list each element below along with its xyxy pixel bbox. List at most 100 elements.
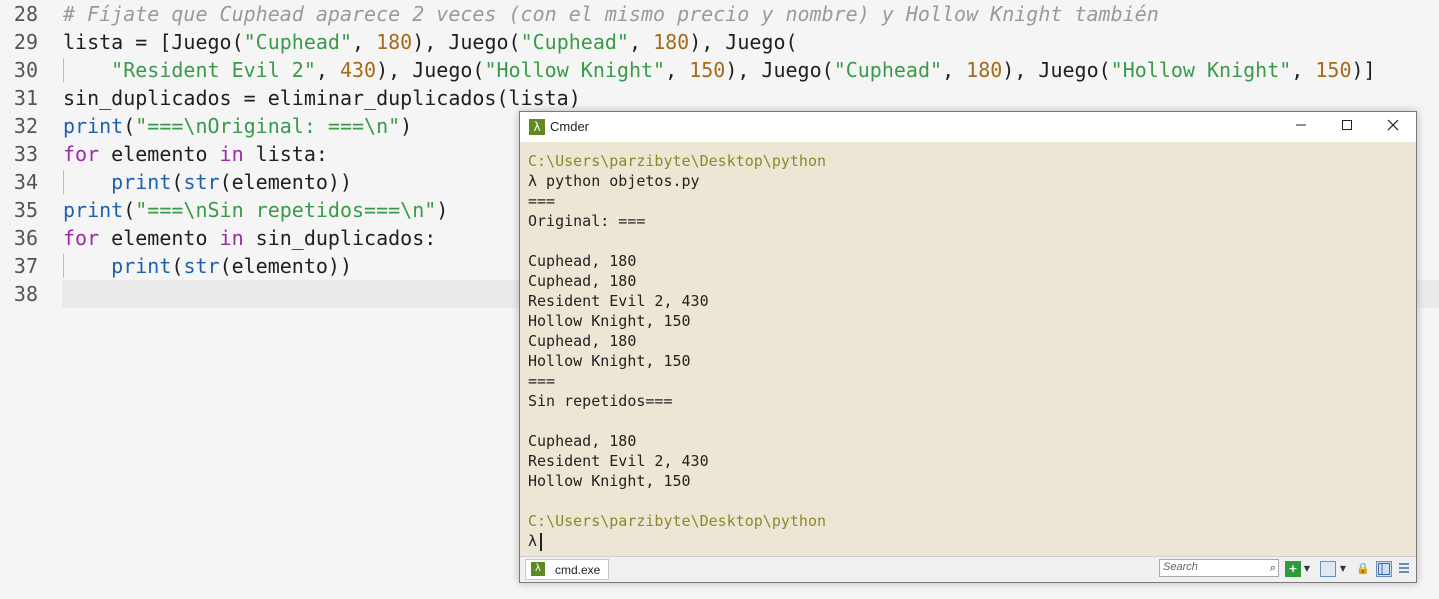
code-token: sin_duplicados = eliminar_duplicados(lis… xyxy=(63,86,581,110)
code-line[interactable]: 28 # Fíjate que Cuphead aparece 2 veces (… xyxy=(0,0,1439,28)
line-number: 32 xyxy=(13,114,38,138)
code-token: "Resident Evil 2" xyxy=(111,58,316,82)
code-text: print("===\nSin repetidos===\n") xyxy=(63,196,448,224)
code-token: "Cuphead" xyxy=(520,30,629,54)
prompt-symbol: λ xyxy=(528,532,538,550)
search-input[interactable]: Search ⌕ xyxy=(1159,559,1279,577)
console-prompt[interactable]: λ xyxy=(528,531,1408,551)
code-token: )] xyxy=(1351,58,1376,82)
code-token: lista = [Juego( xyxy=(63,30,244,54)
lambda-icon: λ xyxy=(529,119,545,135)
code-token: "===\nSin repetidos===\n" xyxy=(135,198,437,222)
console-line: Cuphead, 180 xyxy=(528,272,637,290)
view-icon[interactable] xyxy=(1320,561,1336,577)
console-line: Hollow Knight, 150 xyxy=(528,312,691,330)
line-number: 38 xyxy=(13,282,38,306)
code-token: print xyxy=(111,254,172,278)
console-line: Hollow Knight, 150 xyxy=(528,472,691,490)
console-line: Resident Evil 2, 430 xyxy=(528,452,709,470)
dropdown-icon[interactable]: ▼ xyxy=(1338,561,1348,577)
line-number: 31 xyxy=(13,86,38,110)
tab-cmd[interactable]: λ cmd.exe xyxy=(525,559,609,580)
indent-guide xyxy=(63,58,64,82)
code-text: print(str(elemento)) xyxy=(63,252,352,280)
code-token: print xyxy=(111,170,172,194)
line-number: 30 xyxy=(13,58,38,82)
code-token: in xyxy=(219,226,244,250)
search-icon[interactable]: ⌕ xyxy=(1270,561,1276,575)
maximize-button[interactable] xyxy=(1324,112,1370,142)
code-token: , xyxy=(628,30,654,54)
split-icon-glyph xyxy=(1378,563,1390,575)
console-line: Resident Evil 2, 430 xyxy=(528,292,709,310)
code-token: 150 xyxy=(1315,58,1352,82)
console-line: Cuphead, 180 xyxy=(528,332,637,350)
window-titlebar[interactable]: λ Cmder xyxy=(520,112,1416,142)
code-line[interactable]: 31 sin_duplicados = eliminar_duplicados(l… xyxy=(0,84,1439,112)
menu-icon[interactable] xyxy=(1396,561,1412,577)
code-token: ( xyxy=(171,170,184,194)
lock-icon[interactable]: 🔒 xyxy=(1355,561,1371,577)
console-output[interactable]: C:\Users\parzibyte\Desktop\python λ pytho… xyxy=(528,151,1408,551)
status-bar: λ cmd.exe Search ⌕ + ▼ ▼ 🔒 xyxy=(520,556,1416,582)
add-console-icon[interactable]: + xyxy=(1285,561,1301,577)
code-text: sin_duplicados = eliminar_duplicados(lis… xyxy=(63,84,581,112)
code-text: print("===\nOriginal: ===\n") xyxy=(63,112,412,140)
code-token: 430 xyxy=(339,58,377,82)
minimize-button[interactable] xyxy=(1278,112,1324,142)
code-token: in xyxy=(219,142,244,166)
split-icon[interactable] xyxy=(1376,561,1392,577)
console-line: Original: === xyxy=(528,212,646,230)
text-cursor xyxy=(540,532,543,551)
code-line[interactable]: 29 lista = [Juego("Cuphead", 180), Juego(… xyxy=(0,28,1439,56)
minimize-icon xyxy=(1296,124,1306,126)
code-text: for elemento in lista: xyxy=(63,140,328,168)
code-token: ( xyxy=(123,198,136,222)
code-token: (elemento)) xyxy=(219,254,353,278)
code-token: , xyxy=(315,58,340,82)
code-token: ), Juego( xyxy=(725,58,834,82)
code-token: elemento xyxy=(99,226,220,250)
maximize-icon xyxy=(1342,120,1352,130)
code-line[interactable]: 30 "Resident Evil 2", 430), Juego("Hollo… xyxy=(0,56,1439,84)
close-button[interactable] xyxy=(1370,112,1416,142)
line-number: 33 xyxy=(13,142,38,166)
close-icon xyxy=(1387,119,1399,131)
code-token: "Hollow Knight" xyxy=(1110,58,1292,82)
code-token: print xyxy=(63,114,124,138)
code-token: , xyxy=(942,58,967,82)
code-token: str xyxy=(183,170,220,194)
code-text: print(str(elemento)) xyxy=(63,168,352,196)
code-token: for xyxy=(63,226,100,250)
code-token: 180 xyxy=(966,58,1003,82)
window-title: Cmder xyxy=(550,119,590,134)
code-text: for elemento in sin_duplicados: xyxy=(63,224,436,252)
dropdown-icon[interactable]: ▼ xyxy=(1302,561,1312,577)
cmder-window[interactable]: λ Cmder C:\Users\parzibyte\Desktop\pytho… xyxy=(519,111,1417,583)
console-line: Cuphead, 180 xyxy=(528,432,637,450)
code-token: ) xyxy=(400,114,413,138)
code-token: ) xyxy=(436,198,449,222)
search-placeholder: Search xyxy=(1163,561,1198,573)
code-token: sin_duplicados: xyxy=(243,226,437,250)
console-line: === xyxy=(528,372,556,390)
code-token: 180 xyxy=(376,30,413,54)
console-path-line: C:\Users\parzibyte\Desktop\python xyxy=(528,512,827,530)
code-token: print xyxy=(63,198,124,222)
line-number: 37 xyxy=(13,254,38,278)
code-token: ), Juego( xyxy=(376,58,485,82)
indent-guide xyxy=(63,170,64,194)
code-token: (elemento)) xyxy=(219,170,353,194)
code-token: 180 xyxy=(653,30,690,54)
console-line: Hollow Knight, 150 xyxy=(528,352,691,370)
code-token: # Fíjate que Cuphead aparece 2 veces (co… xyxy=(63,2,1159,26)
code-token: , xyxy=(665,58,690,82)
line-number: 35 xyxy=(13,198,38,222)
code-token: "Cuphead" xyxy=(833,58,943,82)
code-token: "Hollow Knight" xyxy=(484,58,666,82)
code-token: lista: xyxy=(243,142,328,166)
